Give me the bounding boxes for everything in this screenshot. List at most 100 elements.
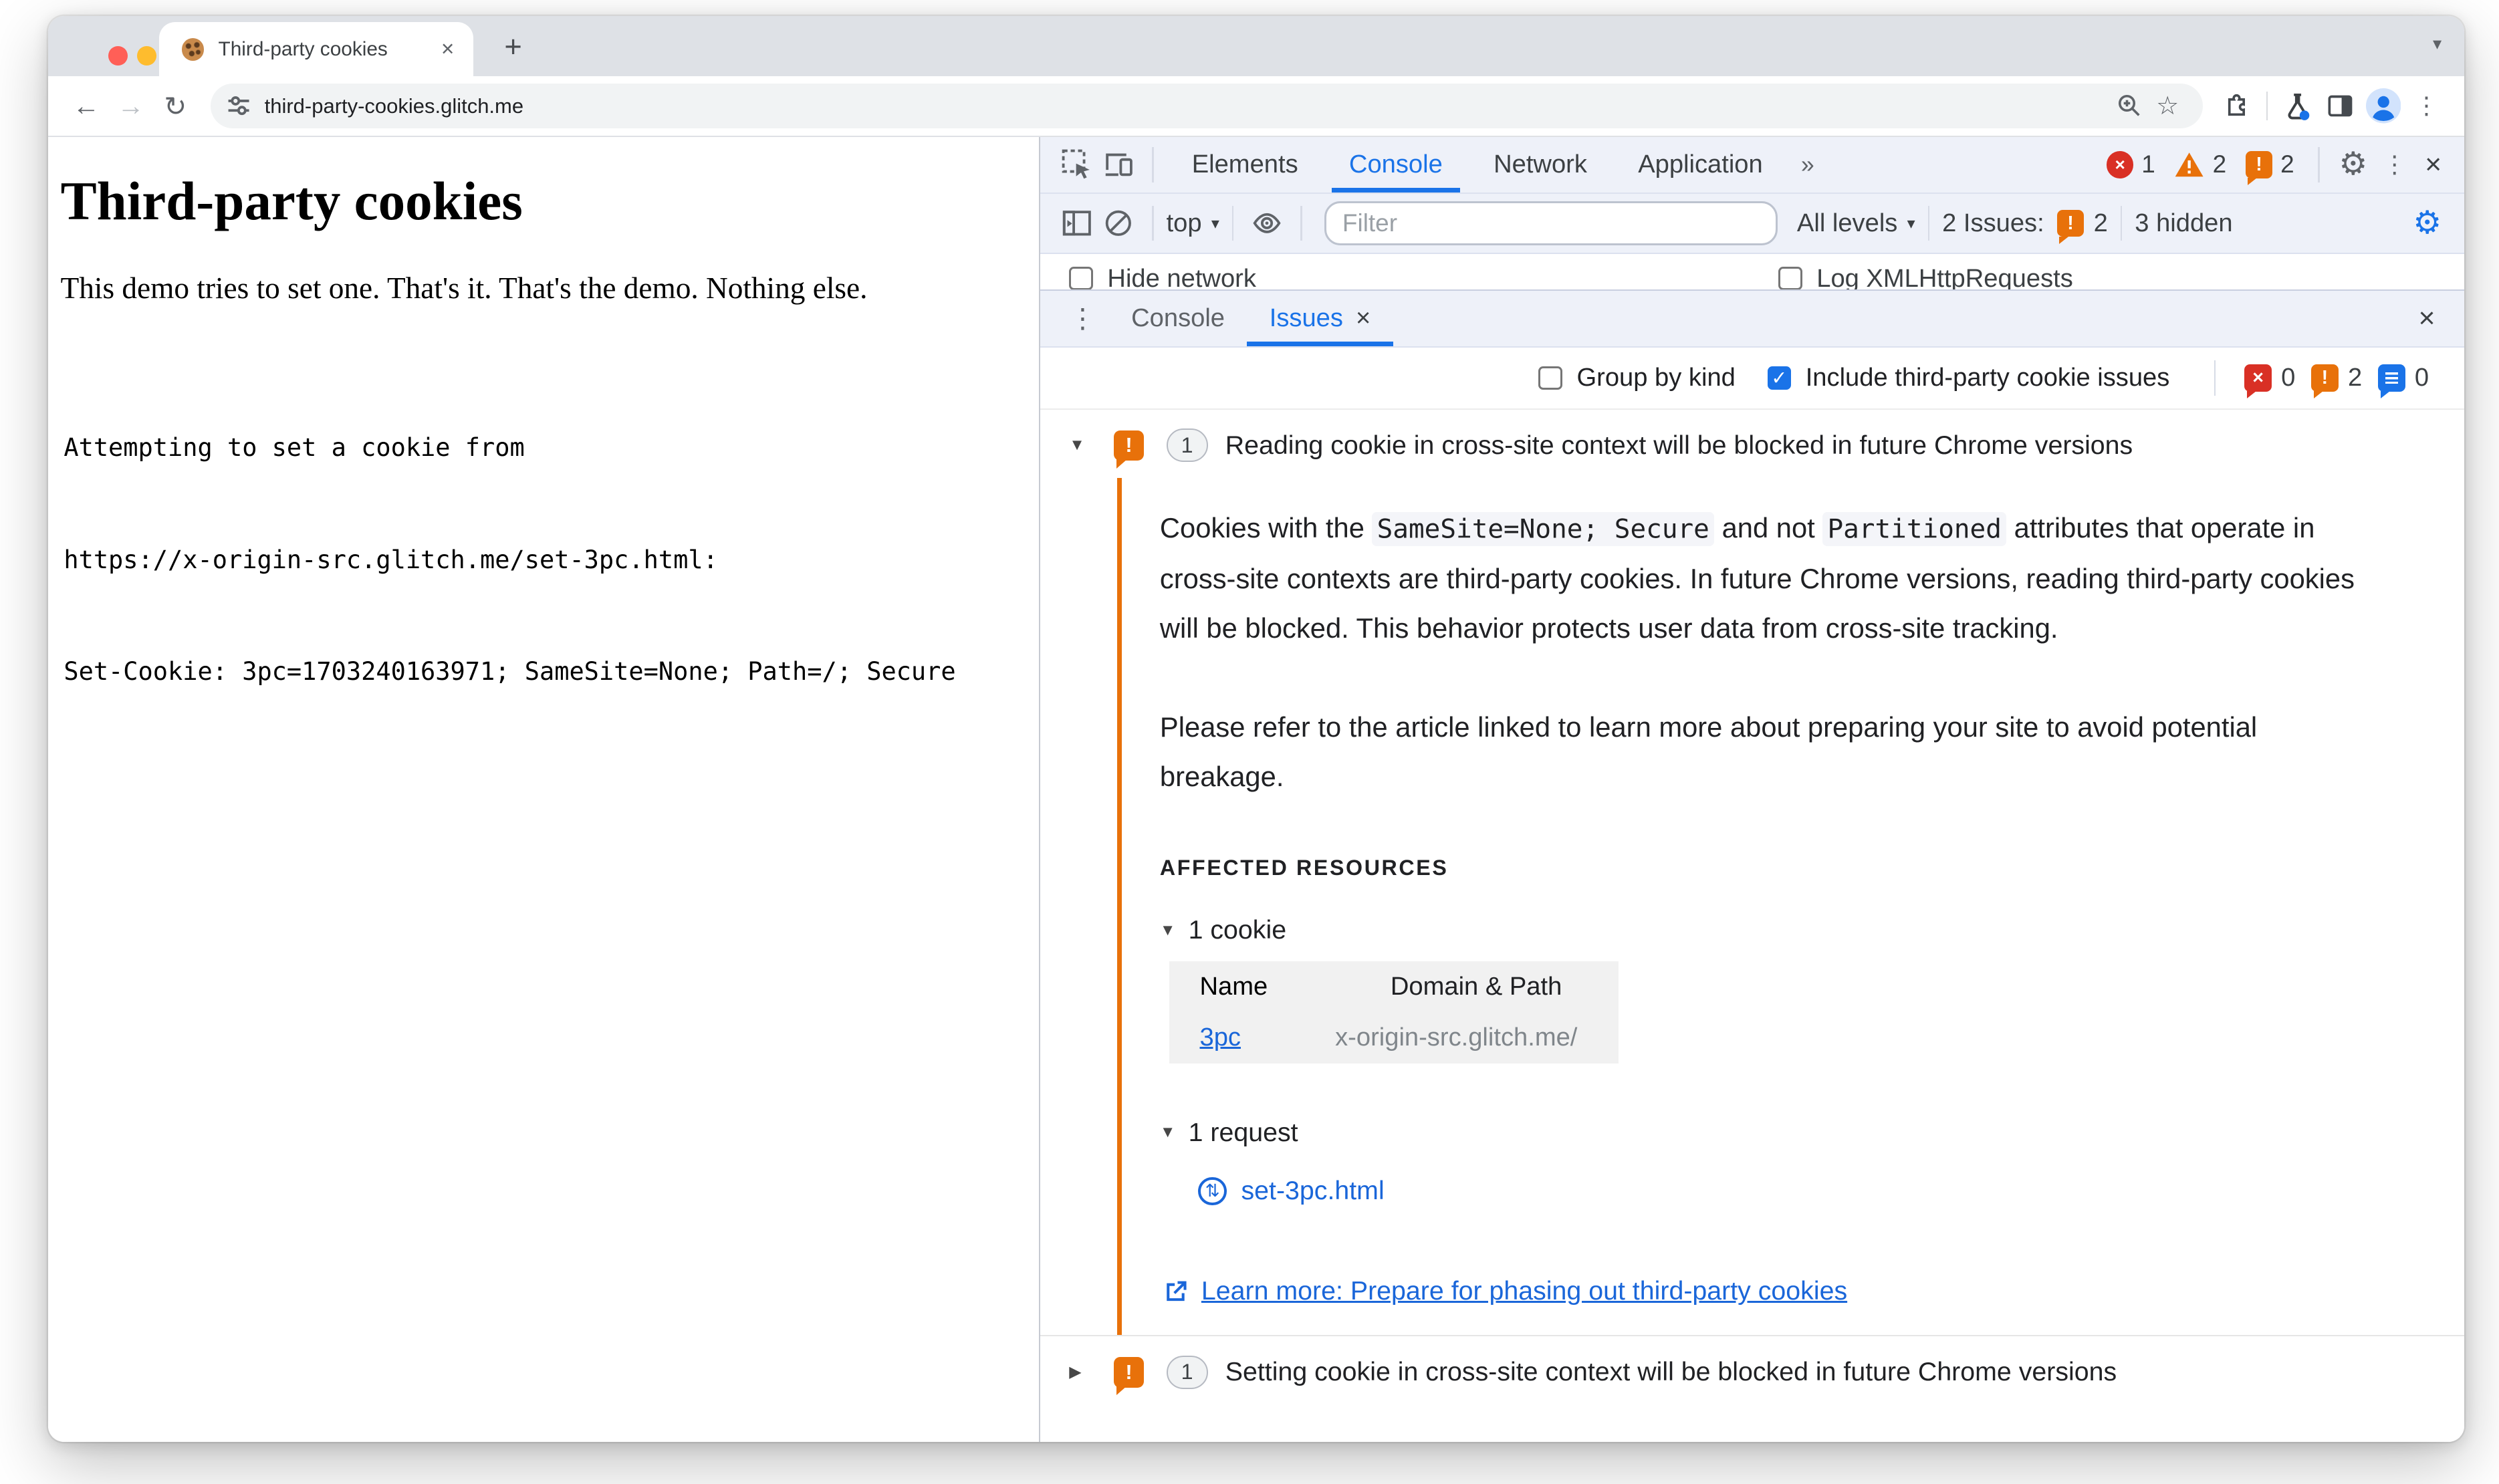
experiments-flask-icon[interactable] [2276,84,2318,127]
issue-row-collapsed[interactable]: ▶ ! 1 Setting cookie in cross-site conte… [1040,1335,2464,1404]
cookie-log-line: https://x-origin-src.glitch.me/set-3pc.h… [64,545,718,574]
group-by-kind-setting: Group by kind [1538,363,1736,392]
issue-info-count: 0 [2414,363,2429,392]
triangle-down-icon[interactable]: ▼ [1160,1123,1176,1142]
devtools-close-icon[interactable]: × [2415,150,2452,179]
issues-toolbar: Group by kind ✓ Include third-party cook… [1040,348,2464,410]
cookie-group-row[interactable]: ▼ 1 cookie [1160,915,2464,945]
log-xhr-label[interactable]: Log XMLHttpRequests [1816,264,2073,289]
forward-button[interactable]: → [108,84,153,128]
devtools-tabs: Elements Console Network Application [1167,137,1788,193]
browser-window: Third-party cookies × + ▾ ← → ↻ third-pa… [47,15,2464,1443]
issue-error-count-group: × 0 [2244,363,2295,399]
tab-title: Third-party cookies [218,37,388,60]
tab-elements[interactable]: Elements [1167,137,1324,193]
live-expression-eye-icon[interactable] [1246,205,1288,243]
new-tab-button[interactable]: + [494,27,532,66]
issue-title: Setting cookie in cross-site context wil… [1225,1357,2117,1387]
bookmark-star-icon[interactable]: ☆ [2149,87,2187,125]
drawer-close-icon[interactable]: × [2409,299,2445,338]
url-text: third-party-cookies.glitch.me [264,94,524,118]
drawer-tab-close-icon[interactable]: × [1356,303,1371,333]
triangle-right-icon[interactable]: ▶ [1069,1362,1088,1382]
hide-network-label[interactable]: Hide network [1107,264,1256,289]
issues-badge-icon[interactable]: ! [2056,209,2085,245]
page-title: Third-party cookies [60,171,523,232]
divider [1152,205,1154,241]
tab-console[interactable]: Console [1324,137,1468,193]
zoom-icon[interactable] [2110,87,2148,125]
profile-avatar[interactable] [2362,84,2405,127]
browser-tab[interactable]: Third-party cookies × [159,22,473,77]
issues-count: 2 [2280,150,2294,178]
include-third-party-checkbox[interactable]: ✓ [1767,366,1792,390]
devtools-settings-gear-icon[interactable]: ⚙ [2333,146,2374,184]
window-minimize-button[interactable] [137,46,156,66]
context-selector[interactable]: top ▾ [1167,209,1219,238]
divider [2214,360,2216,396]
cookie-name-link[interactable]: 3pc [1200,1023,1241,1052]
issue-count-pill: 1 [1166,1355,1208,1389]
error-badge-icon[interactable]: × [2106,151,2134,178]
domain-column-header: Domain & Path [1390,972,1562,1001]
clear-console-icon[interactable] [1098,205,1139,243]
inspect-element-icon[interactable] [1056,146,1098,184]
reload-button[interactable]: ↻ [153,84,198,128]
include-third-party-label[interactable]: Include third-party cookie issues [1806,363,2170,392]
browser-toolbar: ← → ↻ third-party-cookies.glitch.me ☆ ⋮ [47,76,2464,137]
issue-row-expanded[interactable]: ▼ ! 1 Reading cookie in cross-site conte… [1040,410,2464,478]
back-button[interactable]: ← [64,84,108,128]
issue-title: Reading cookie in cross-site context wil… [1225,430,2133,460]
warning-badge-icon[interactable] [2174,151,2204,178]
log-xhr-checkbox[interactable] [1778,266,1802,289]
side-panel-icon[interactable] [2319,84,2362,127]
extensions-icon[interactable] [2216,84,2258,127]
more-tabs-icon[interactable]: » [1788,151,1824,178]
issues-summary-label[interactable]: 2 Issues: [1942,209,2044,238]
devtools-menu-kebab-icon[interactable]: ⋮ [2374,146,2415,184]
issue-warning-count: 2 [2347,363,2363,392]
site-settings-icon[interactable] [220,87,258,125]
devtools-drawer: ⋮ Console Issues × × Group by kind ✓ Inc… [1040,289,2464,1443]
log-level-selector[interactable]: All levels ▾ [1797,209,1915,238]
address-bar[interactable]: third-party-cookies.glitch.me ☆ [210,84,2203,128]
triangle-down-icon[interactable]: ▼ [1069,436,1088,455]
tab-network[interactable]: Network [1468,137,1613,193]
request-row: ⇅ set-3pc.html [1198,1176,2464,1206]
cookie-log-line: Attempting to set a cookie from [64,433,525,463]
learn-more-link[interactable]: Learn more: Prepare for phasing out thir… [1201,1276,1847,1306]
drawer-tab-issues[interactable]: Issues × [1247,291,1393,347]
drawer-menu-kebab-icon[interactable]: ⋮ [1056,302,1109,334]
hide-network-checkbox[interactable] [1069,266,1093,289]
divider [2120,205,2123,241]
cookie-name-cell: 3pc [1169,1012,1334,1063]
filter-input[interactable] [1324,201,1778,245]
browser-menu-kebab-icon[interactable]: ⋮ [2405,84,2448,127]
chevron-down-icon: ▾ [1211,214,1219,233]
request-link[interactable]: set-3pc.html [1241,1176,1384,1206]
issue-count-pill: 1 [1166,428,1208,463]
issues-badge-icon[interactable]: ! [2245,151,2273,186]
device-toolbar-icon[interactable] [1098,146,1139,184]
toolbar-divider [2266,92,2268,120]
devtools-tab-bar: Elements Console Network Application » ×… [1040,136,2464,195]
hide-network-setting: Hide network [1069,264,1256,289]
request-group-row[interactable]: ▼ 1 request [1160,1118,2464,1148]
group-by-kind-label[interactable]: Group by kind [1577,363,1736,392]
drawer-tab-console[interactable]: Console [1109,291,1247,346]
hidden-messages-label[interactable]: 3 hidden [2135,209,2232,238]
console-sidebar-toggle-icon[interactable] [1056,205,1098,243]
tab-close-icon[interactable]: × [438,35,457,64]
group-by-kind-checkbox[interactable] [1538,366,1563,390]
triangle-down-icon[interactable]: ▼ [1160,921,1176,940]
console-settings-gear-icon[interactable]: ⚙ [2407,205,2448,243]
affected-resources-label: AFFECTED RESOURCES [1159,855,1449,880]
issue-info-count-group: 0 [2378,363,2429,399]
window-close-button[interactable] [108,46,128,66]
log-level-label: All levels [1796,209,1898,238]
devtools-panel: Elements Console Network Application » ×… [1039,136,2464,1443]
tab-search-chevron-icon[interactable]: ▾ [2433,33,2442,54]
tab-application[interactable]: Application [1613,137,1788,193]
console-toolbar: top ▾ All levels ▾ 2 Issues [1040,194,2464,255]
cookie-table: Name Domain & Path 3pc x-origin-src.glit… [1169,961,1619,1064]
